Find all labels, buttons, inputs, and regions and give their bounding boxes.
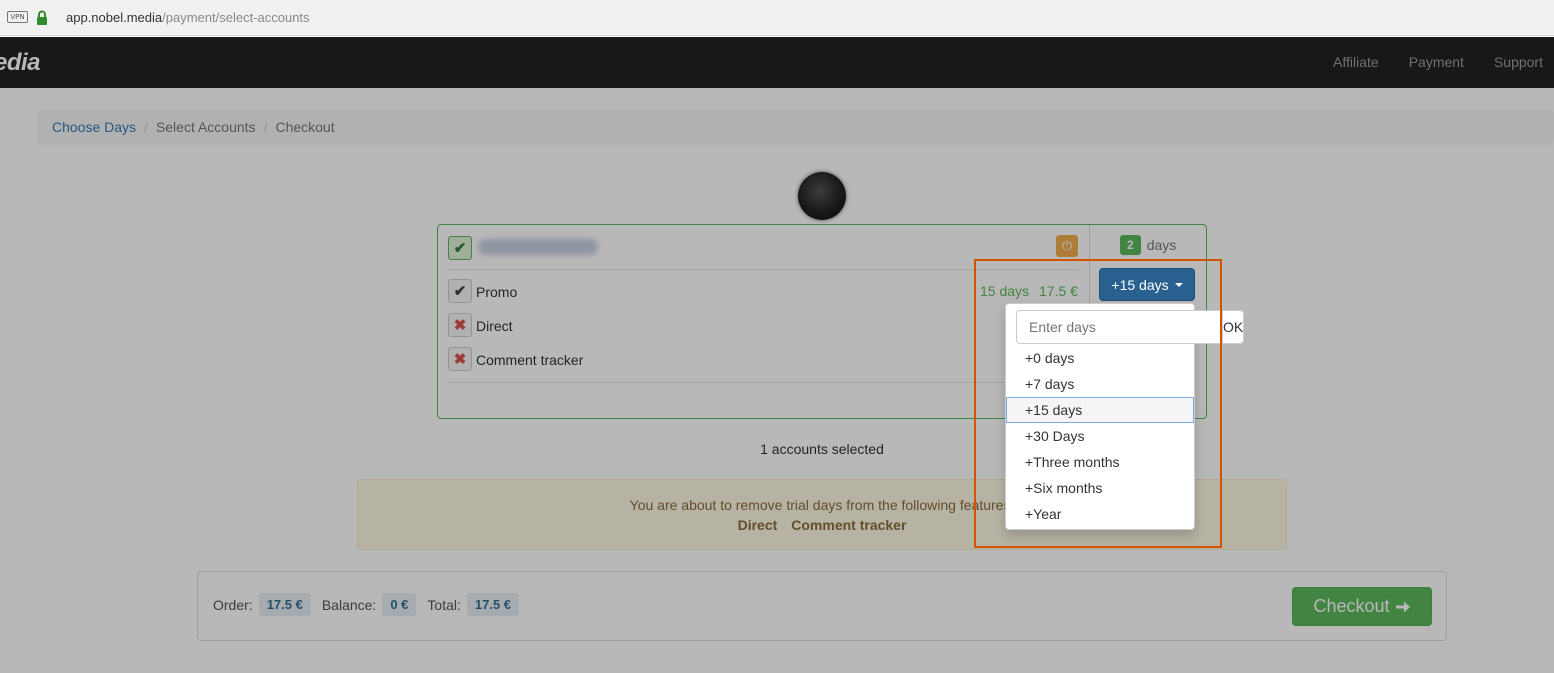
vpn-badge[interactable]: VPN — [7, 11, 28, 23]
url-host: app.nobel.media — [66, 10, 163, 25]
url-path: /payment/select-accounts — [162, 10, 310, 25]
custom-days-ok-button[interactable]: OK — [1223, 310, 1245, 344]
browser-address-bar[interactable]: VPN app.nobel.media/payment/select-accou… — [0, 0, 1554, 36]
highlight-box — [974, 259, 1222, 548]
lock-icon — [37, 10, 47, 25]
dim-overlay — [0, 37, 1554, 673]
url-text[interactable]: app.nobel.media/payment/select-accounts — [66, 10, 310, 25]
